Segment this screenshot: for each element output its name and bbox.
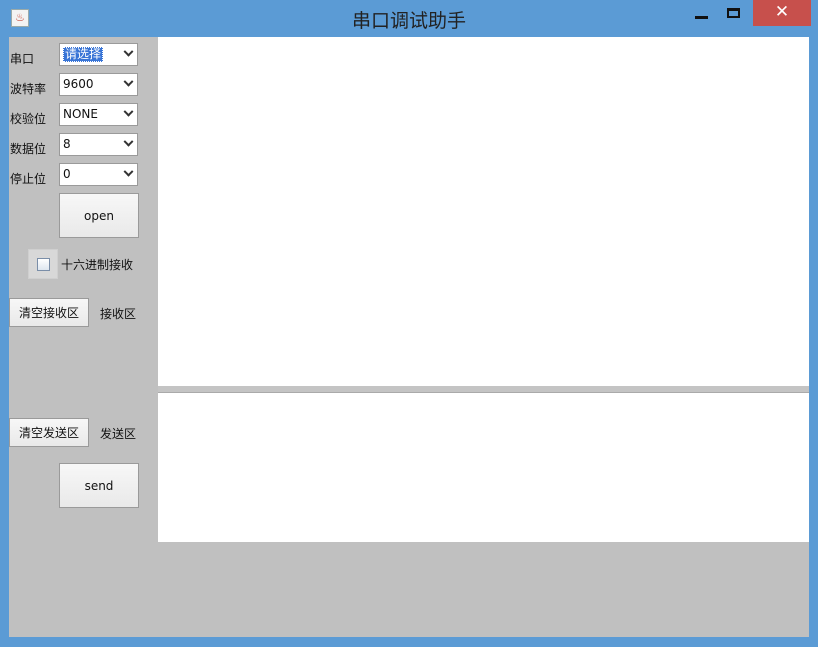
port-value: 请选择 [63, 47, 104, 62]
chevron-down-icon [123, 76, 134, 87]
databits-value: 8 [63, 137, 71, 151]
send-area-label: 发送区 [100, 427, 137, 441]
app-window: ♨ 串口调试助手 ✕ 串口 请选择 波特率 9600 校验位 NONE 数据位 … [0, 0, 818, 647]
maximize-icon[interactable] [720, 0, 748, 26]
close-icon: ✕ [774, 2, 790, 22]
port-label: 串口 [10, 52, 35, 66]
baud-select[interactable]: 9600 [59, 73, 138, 96]
stopbits-value: 0 [63, 167, 71, 181]
parity-label: 校验位 [10, 112, 47, 126]
baud-value: 9600 [63, 77, 94, 91]
databits-select[interactable]: 8 [59, 133, 138, 156]
chevron-down-icon [123, 166, 134, 177]
send-textarea[interactable] [158, 392, 809, 542]
main-panel: 串口 请选择 波特率 9600 校验位 NONE 数据位 8 停止位 0 ope… [9, 37, 809, 637]
clear-receive-button[interactable]: 清空接收区 [9, 298, 89, 327]
minimize-icon[interactable] [688, 0, 716, 26]
receive-textarea[interactable] [158, 37, 809, 386]
receive-area-label: 接收区 [100, 307, 137, 321]
close-button[interactable]: ✕ [753, 0, 811, 26]
parity-select[interactable]: NONE [59, 103, 138, 126]
hex-receive-label: 十六进制接收 [61, 258, 134, 272]
chevron-down-icon [123, 136, 134, 147]
chevron-down-icon [123, 46, 134, 57]
hex-receive-checkbox[interactable] [28, 249, 58, 279]
parity-value: NONE [63, 107, 98, 121]
open-button[interactable]: open [59, 193, 139, 238]
send-button[interactable]: send [59, 463, 139, 508]
stopbits-select[interactable]: 0 [59, 163, 138, 186]
baud-label: 波特率 [10, 82, 47, 96]
port-select[interactable]: 请选择 [59, 43, 138, 66]
stopbits-label: 停止位 [10, 172, 47, 186]
chevron-down-icon [123, 106, 134, 117]
title-bar[interactable]: ♨ 串口调试助手 ✕ [0, 0, 818, 36]
databits-label: 数据位 [10, 142, 47, 156]
clear-send-button[interactable]: 清空发送区 [9, 418, 89, 447]
